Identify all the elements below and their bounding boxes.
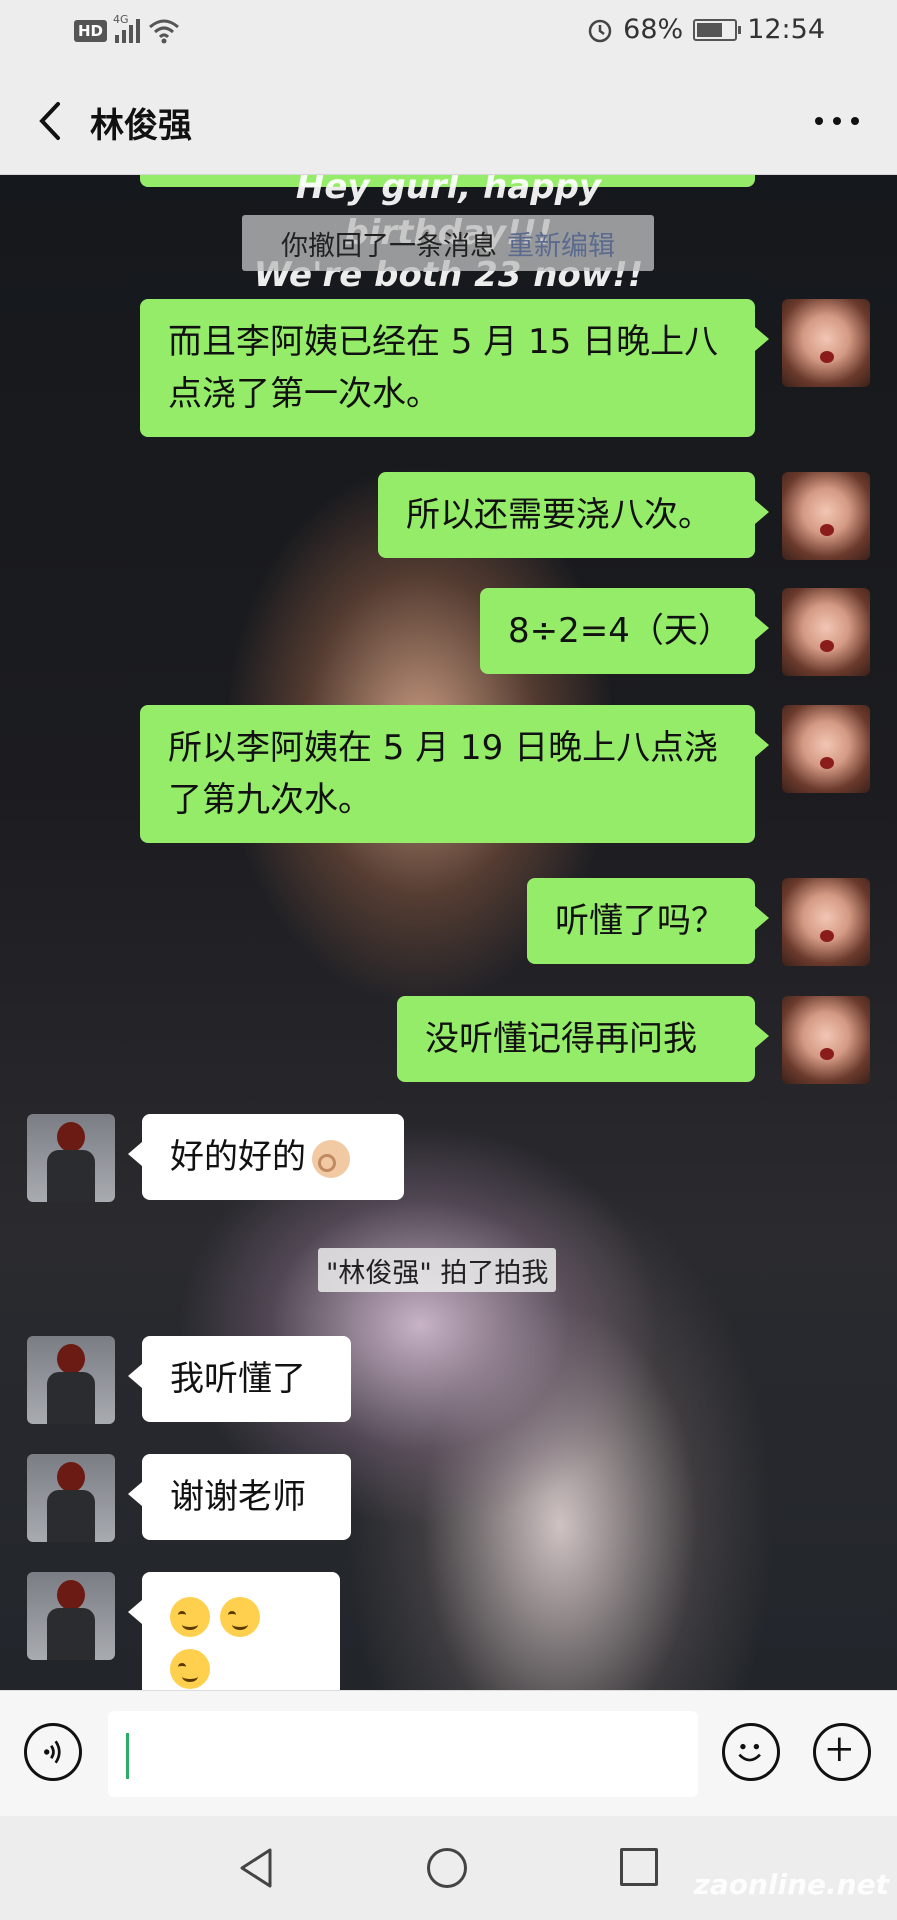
- battery-percent: 68%: [623, 14, 684, 45]
- chat-title: 林俊强: [90, 106, 192, 146]
- contact-avatar[interactable]: [27, 1454, 115, 1542]
- watermark: zaonline.net: [693, 1868, 889, 1901]
- message-bubble[interactable]: 好的好的: [128, 1114, 404, 1200]
- alarm-icon: [588, 19, 612, 42]
- status-right: 68% 12:54: [587, 14, 825, 45]
- chevron-left-icon[interactable]: [28, 98, 74, 144]
- nav-home-icon[interactable]: [427, 1848, 467, 1888]
- message-bubble[interactable]: 8÷2=4（天）: [480, 588, 769, 674]
- status-left: HD 4G: [74, 13, 180, 44]
- contact-avatar[interactable]: [27, 1114, 115, 1202]
- my-avatar[interactable]: [782, 705, 870, 793]
- chat-header: 林俊强: [0, 68, 897, 175]
- contact-avatar[interactable]: [27, 1336, 115, 1424]
- message-text: 好的好的: [170, 1137, 306, 1177]
- network-label: 4G: [113, 13, 129, 26]
- message-bubble[interactable]: 听懂了吗？: [527, 878, 769, 964]
- my-avatar[interactable]: [782, 878, 870, 966]
- text-caret: [126, 1733, 129, 1779]
- re-edit-link[interactable]: 重新编辑: [507, 224, 615, 263]
- message-bubble[interactable]: 谢谢老师: [128, 1454, 351, 1540]
- my-avatar[interactable]: [782, 299, 870, 387]
- wifi-icon: [149, 19, 179, 44]
- voice-icon[interactable]: [24, 1723, 82, 1781]
- more-dots-icon[interactable]: [807, 98, 867, 144]
- message-bubble[interactable]: 而且李阿姨已经在 5 月 15 日晚上八点浇了第一次水。: [140, 299, 769, 437]
- nav-back-icon[interactable]: [236, 1846, 276, 1890]
- smiling-face-emoji-icon: [170, 1596, 210, 1637]
- signal-icon: 4G: [113, 13, 141, 43]
- system-navigation-bar: zaonline.net: [0, 1816, 897, 1920]
- hd-badge: HD: [74, 20, 108, 42]
- status-bar: HD 4G 68% 12:54: [0, 0, 897, 68]
- emoji-icon[interactable]: [722, 1723, 780, 1781]
- message-bubble[interactable]: 没听懂记得再问我: [397, 996, 769, 1082]
- smiling-face-emoji-icon: [220, 1596, 260, 1637]
- message-input[interactable]: [108, 1711, 698, 1797]
- my-avatar[interactable]: [782, 996, 870, 1084]
- message-bubble[interactable]: 我听懂了: [128, 1336, 351, 1422]
- nav-recent-apps-icon[interactable]: [620, 1848, 658, 1886]
- chat-area[interactable]: Hey gurl, happy birthday!!! We're both 2…: [0, 175, 897, 1690]
- ok-hand-emoji-icon: [312, 1139, 350, 1178]
- battery-icon: [693, 18, 742, 41]
- plus-icon[interactable]: [813, 1723, 871, 1781]
- pat-notice: "林俊强" 拍了拍我: [318, 1248, 557, 1292]
- smiling-face-emoji-icon: [170, 1648, 210, 1689]
- message-bubble[interactable]: 所以李阿姨在 5 月 19 日晚上八点浇了第九次水。: [140, 705, 769, 843]
- my-avatar[interactable]: [782, 472, 870, 560]
- message-bubble[interactable]: 所以还需要浇八次。: [378, 472, 769, 558]
- contact-avatar[interactable]: [27, 1572, 115, 1660]
- recall-notice: 你撤回了一条消息 重新编辑: [242, 215, 654, 271]
- input-bar: [0, 1690, 897, 1817]
- battery-fill: [697, 22, 722, 37]
- recall-text: 你撤回了一条消息: [281, 230, 497, 262]
- message-bubble[interactable]: [128, 1572, 340, 1690]
- my-avatar[interactable]: [782, 588, 870, 676]
- background-caption-line1: Hey gurl, happy: [295, 175, 602, 207]
- clock: 12:54: [747, 14, 825, 45]
